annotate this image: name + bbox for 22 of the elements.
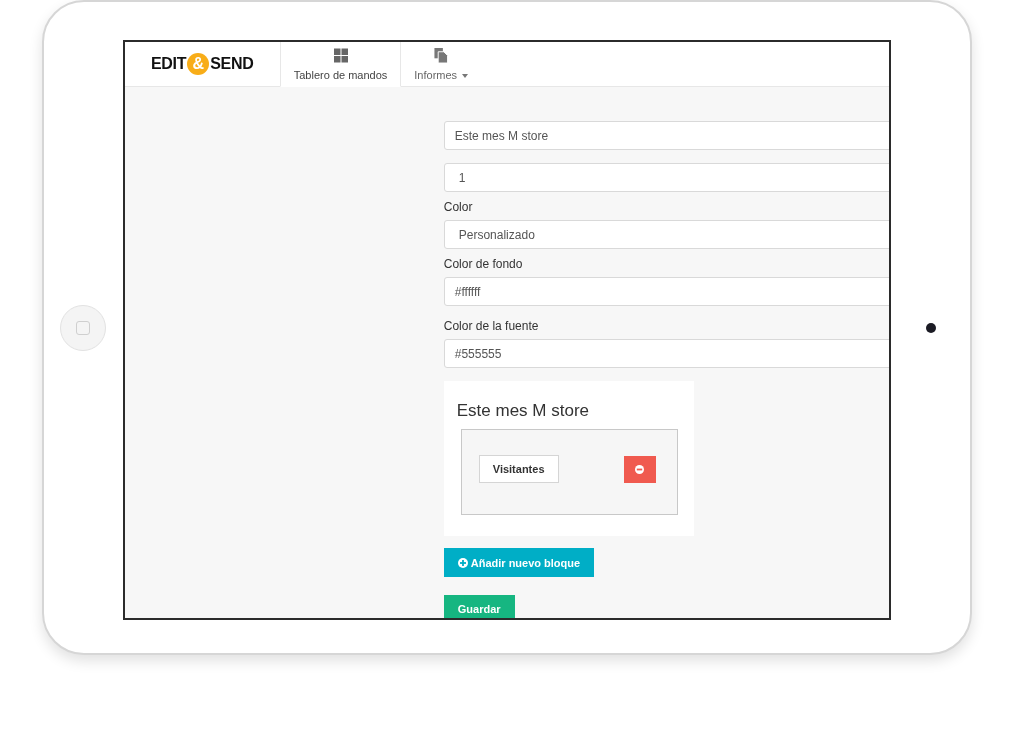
remove-button[interactable] [623, 455, 656, 483]
documents-icon [434, 48, 449, 63]
minus-circle-icon [635, 464, 645, 474]
logo-text: SEND [210, 55, 254, 73]
select-field[interactable]: 1 [443, 163, 890, 192]
input-field[interactable]: #555555 [443, 339, 890, 368]
input-field[interactable]: Este mes M store [443, 121, 890, 150]
windows-icon [333, 48, 348, 63]
block-button[interactable]: Visitantes [478, 455, 559, 483]
input-field[interactable]: #ffffff [443, 277, 890, 306]
field-label: Color de la fuente [443, 319, 539, 333]
nav-tab[interactable]: Tablero de mandos [279, 42, 402, 87]
logo-text: EDIT [151, 55, 187, 73]
nav-tab[interactable]: Informes [401, 42, 482, 87]
logo-mark: & [187, 53, 210, 75]
preview-title: Este mes M store [456, 401, 590, 421]
caret-icon [462, 74, 469, 79]
field-label: Color [443, 200, 473, 214]
plus-circle-icon [457, 557, 468, 568]
select-field[interactable]: Personalizado [443, 220, 890, 249]
field-label: Color de fondo [443, 257, 523, 271]
camera-icon [925, 322, 936, 333]
